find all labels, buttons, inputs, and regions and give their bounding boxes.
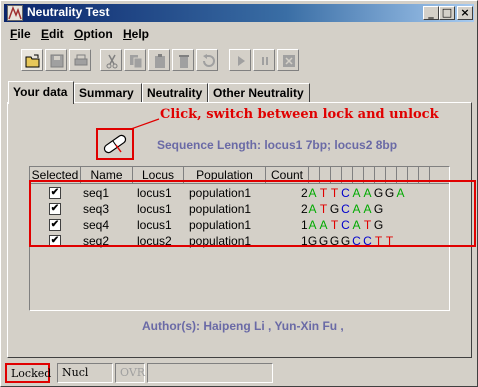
tab-other-neutrality[interactable]: Other Neutrality: [208, 83, 310, 103]
app-icon: [7, 5, 23, 21]
pause-icon[interactable]: [253, 49, 275, 71]
toolbar: [4, 45, 474, 73]
paste-icon[interactable]: [148, 49, 170, 71]
window-title: Neutrality Test: [27, 5, 110, 19]
tab-your-data[interactable]: Your data: [8, 81, 74, 104]
lock-toggle-button[interactable]: [96, 128, 134, 160]
lock-icon: [103, 134, 127, 154]
app-window: Neutrality Test _ □ × File Edit Option H…: [0, 0, 478, 387]
undo-icon[interactable]: [196, 49, 218, 71]
status-bar: Locked Nucl OVR: [4, 363, 474, 383]
lock-annotation: Click, switch between lock and unlock: [160, 107, 439, 122]
menu-bar: File Edit Option Help: [4, 25, 474, 44]
cut-icon[interactable]: [100, 49, 122, 71]
annotation-arrow-line: [130, 118, 160, 130]
sequence-length-label: Sequence Length: locus1 7bp; locus2 8bp: [157, 138, 398, 152]
mode-status: Nucl: [57, 363, 113, 383]
maximize-button[interactable]: □: [439, 6, 455, 20]
tab-neutrality[interactable]: Neutrality: [142, 83, 208, 103]
open-folder-icon[interactable]: [21, 49, 43, 71]
menu-help[interactable]: Help: [123, 27, 149, 41]
delete-icon[interactable]: [172, 49, 194, 71]
copy-icon[interactable]: [124, 49, 146, 71]
lock-status[interactable]: Locked: [5, 363, 51, 383]
tab-summary[interactable]: Summary: [74, 83, 142, 103]
menu-edit[interactable]: Edit: [41, 27, 64, 41]
menu-file[interactable]: File: [10, 27, 31, 41]
print-icon[interactable]: [69, 49, 91, 71]
minimize-button[interactable]: _: [423, 6, 439, 20]
selected-rows-highlight: [29, 180, 476, 247]
stop-icon[interactable]: [277, 49, 299, 71]
title-bar: Neutrality Test _ □ ×: [4, 4, 474, 22]
authors-label: Author(s): Haipeng Li , Yun-Xin Fu ,: [142, 319, 344, 333]
tab-strip: Your data Summary Neutrality Other Neutr…: [8, 81, 408, 104]
status-message: [147, 363, 273, 383]
ovr-status: OVR: [115, 363, 145, 383]
play-icon[interactable]: [229, 49, 251, 71]
save-icon[interactable]: [45, 49, 67, 71]
menu-option[interactable]: Option: [74, 27, 113, 41]
close-button[interactable]: ×: [457, 6, 473, 20]
